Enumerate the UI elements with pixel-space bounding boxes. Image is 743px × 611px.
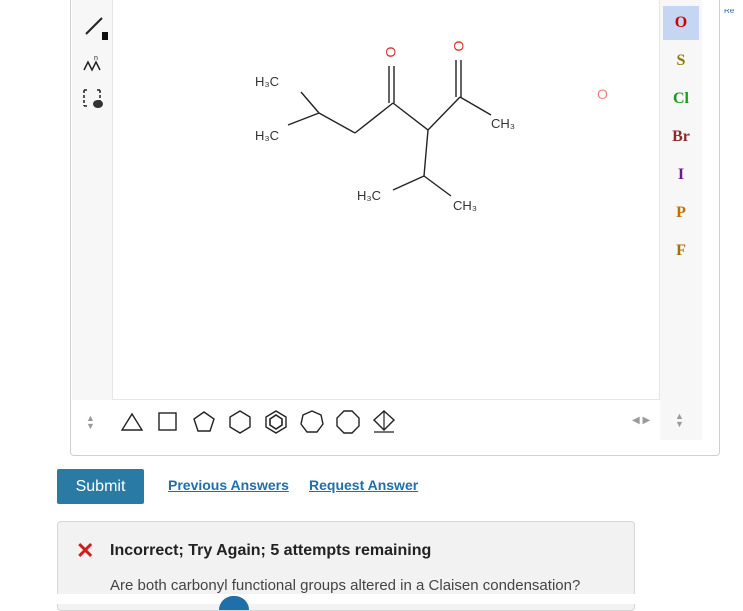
element-sulfur[interactable]: S <box>663 44 699 78</box>
element-phosphorus[interactable]: P <box>663 196 699 230</box>
ch3-label-low: CH₃ <box>453 198 478 213</box>
select-tool[interactable] <box>76 82 108 114</box>
element-oxygen[interactable]: O <box>663 6 699 40</box>
element-panel: O S Cl Br I P F ▲ ▼ <box>660 0 702 440</box>
incorrect-x-icon: ✕ <box>76 538 95 563</box>
molecule-drawing <box>287 60 492 197</box>
bicyclic-template-icon[interactable] <box>370 408 398 436</box>
ring-scroll-left-arrows[interactable]: ▲ ▼ <box>86 414 95 431</box>
ring-scroll-right-arrows[interactable]: ◀ ▶ <box>632 416 650 426</box>
lasso-select-icon <box>83 89 103 108</box>
request-answer-link[interactable]: Request Answer <box>309 477 418 493</box>
ch3-label-right: CH₃ <box>491 116 516 131</box>
element-chlorine[interactable]: Cl <box>663 82 699 116</box>
benzene-icon[interactable] <box>262 408 290 436</box>
element-bromine[interactable]: Br <box>663 120 699 154</box>
cyclobutane-icon[interactable] <box>154 408 182 436</box>
single-bond-tool[interactable] <box>76 8 108 40</box>
oxygen-label-left: O <box>382 46 399 58</box>
oxygen-label-stray[interactable]: O <box>597 86 608 102</box>
element-iodine[interactable]: I <box>663 158 699 192</box>
svg-text:n: n <box>94 55 98 62</box>
element-fluorine[interactable]: F <box>663 234 699 268</box>
chain-icon: n <box>83 55 101 72</box>
h3c-label-mid: H₃C <box>255 128 280 143</box>
chain-tool[interactable]: n <box>76 48 108 80</box>
svg-text:Re: Re <box>724 9 735 13</box>
cycloheptane-icon[interactable] <box>298 408 326 436</box>
cyclopropane-icon[interactable] <box>118 408 146 436</box>
cyclopentane-icon[interactable] <box>190 408 218 436</box>
previous-answers-link[interactable]: Previous Answers <box>168 477 289 493</box>
h3c-label-top: H₃C <box>255 74 280 89</box>
element-scroll-arrows[interactable]: ▲ ▼ <box>675 412 684 429</box>
ring-toolbar: ▲ ▼ ◀ ▶ <box>72 402 660 442</box>
cyclohexane-icon[interactable] <box>226 408 254 436</box>
h3c-label-low: H₃C <box>357 188 382 203</box>
cyclooctane-icon[interactable] <box>334 408 362 436</box>
left-toolbar: n <box>72 0 112 400</box>
submit-button[interactable]: Submit <box>57 469 144 504</box>
single-bond-icon <box>85 17 108 40</box>
drawing-canvas[interactable]: H₃C H₃C CH₃ H₃C CH₃ O O O <box>112 0 660 400</box>
feedback-hint: Are both carbonyl functional groups alte… <box>110 577 581 594</box>
feedback-status: Incorrect; Try Again; 5 attempts remaini… <box>110 542 432 559</box>
page-bottom-edge <box>0 594 743 604</box>
oxygen-label-right: O <box>450 40 467 52</box>
